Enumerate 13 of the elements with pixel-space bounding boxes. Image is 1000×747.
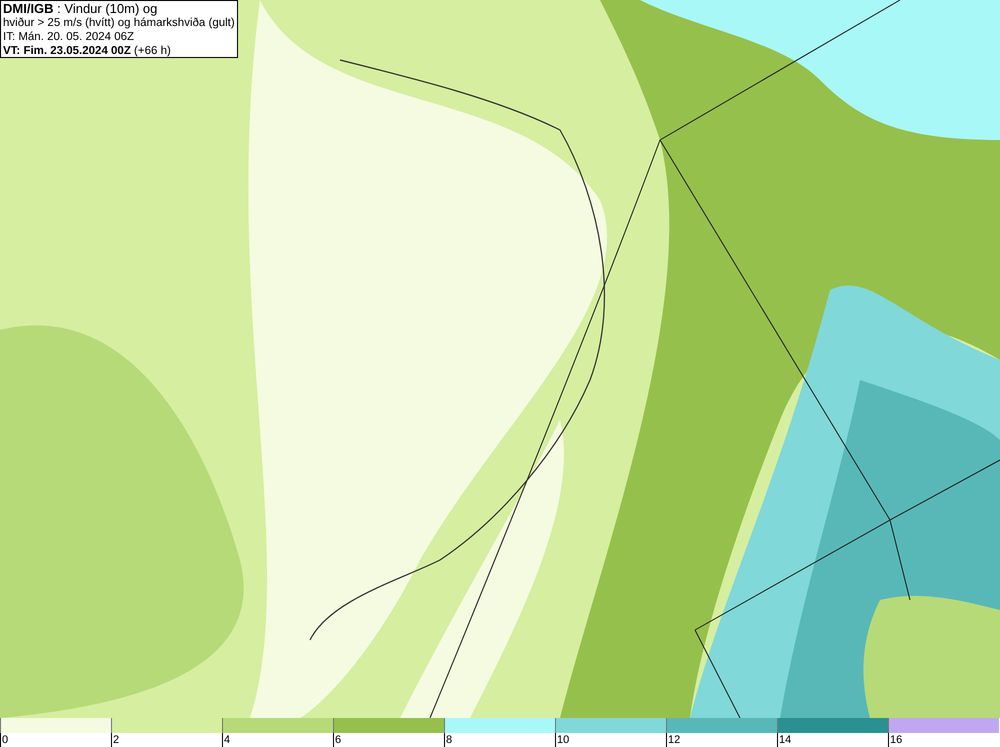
legend-label: 0 [0,733,8,747]
map-subtitle: VT: Fim. 23.05.2024 00Z (+66 h) [3,44,172,58]
map-subtitle: hviður > 25 m/s (hvítt) og hámarkshviða (gult) [3,16,236,30]
legend-label: 14 [777,733,792,747]
legend-label: 6 [333,733,342,747]
legend-label: 16 [888,733,902,747]
legend-label: 4 [222,733,230,747]
map-subtitle: IT: Mán. 20. 05. 2024 06Z [3,30,136,44]
legend-label: 2 [111,733,120,747]
legend-label: 10 [555,733,570,747]
map-title: DMI/IGB : Vindur (10m) og [3,1,158,16]
legend-label: 12 [666,733,680,747]
legend-label: 8 [444,733,452,747]
